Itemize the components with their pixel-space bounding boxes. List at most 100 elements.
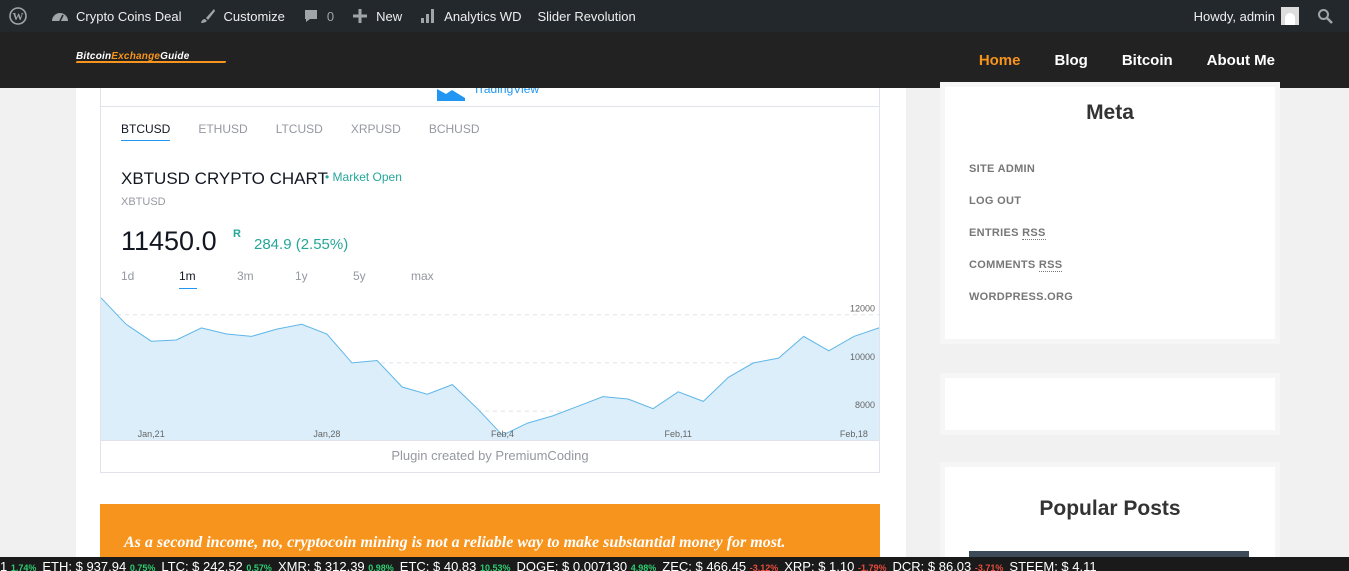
slider-revolution-link[interactable]: Slider Revolution [529, 0, 643, 32]
ticker-change: 0.57% [246, 563, 272, 571]
nav-bitcoin[interactable]: Bitcoin [1122, 52, 1173, 69]
ticker-item: XMR: $ 312.39 0.98% [278, 559, 394, 571]
meta-title: Meta [1086, 101, 1134, 124]
avatar [1281, 7, 1299, 25]
crypto-price-ticker: 1 1.74% ETH: $ 937.94 0.75% LTC: $ 242.52 … [0, 557, 1349, 571]
range-3m[interactable]: 3m [237, 269, 295, 293]
tab-btcusd[interactable]: BTCUSD [121, 122, 171, 141]
data-point [425, 392, 429, 396]
range-5y[interactable]: 5y [353, 269, 411, 293]
symbol-title: XBTUSD CRYPTO CHART [121, 169, 328, 188]
meta-link-wordpress-org[interactable]: WORDPRESS.ORG [969, 291, 1073, 323]
range-1m[interactable]: 1m [179, 269, 237, 293]
admin-bar: W Crypto Coins Deal Customize 0 New Anal… [0, 0, 1349, 32]
data-point [726, 375, 730, 379]
price-area-fill [101, 297, 879, 440]
data-point [199, 326, 203, 330]
meta-link-site-admin[interactable]: SITE ADMIN [969, 163, 1073, 195]
range-selector: 1d 1m 3m 1y 5y max [121, 269, 469, 293]
wordpress-logo-button[interactable]: W [0, 0, 42, 32]
empty-widget [940, 373, 1280, 435]
ticker-price: ETC: $ 40.83 [399, 559, 481, 571]
site-name-label: Crypto Coins Deal [76, 8, 182, 24]
analytics-link[interactable]: Analytics WD [410, 0, 529, 32]
nav-about-me[interactable]: About Me [1207, 52, 1275, 69]
meta-link-entries-rss[interactable]: ENTRIES RSS [969, 227, 1073, 259]
brush-icon [198, 6, 218, 26]
ticker-price: DOGE: $ 0.007130 [516, 559, 631, 571]
popular-posts-title: Popular Posts [1039, 497, 1181, 520]
ticker-item: XRP: $ 1.10 -1.79% [784, 559, 886, 571]
plugin-credit[interactable]: Plugin created by PremiumCoding [101, 448, 879, 463]
tab-ltcusd[interactable]: LTCUSD [276, 122, 323, 141]
x-tick-label: Feb,4 [491, 429, 514, 439]
meta-link-label: SITE ADMIN [969, 163, 1036, 175]
data-point [777, 356, 781, 360]
customize-link[interactable]: Customize [190, 0, 293, 32]
data-point [852, 334, 856, 338]
crypto-chart-widget: TradingView BTCUSD ETHUSD LTCUSD XRPUSD … [100, 88, 880, 473]
wordpress-icon: W [8, 6, 28, 26]
account-menu[interactable]: Howdy, admin [1186, 0, 1307, 32]
meta-link-label: LOG OUT [969, 195, 1022, 207]
meta-link-log-out[interactable]: LOG OUT [969, 195, 1073, 227]
tradingview-link[interactable]: TradingView [473, 88, 539, 96]
ticker-change: -3.71% [974, 563, 1004, 571]
popular-posts-widget: Popular Posts [940, 462, 1280, 571]
ticker-change: -1.79% [857, 563, 887, 571]
ticker-change: 0.98% [368, 563, 394, 571]
tab-ethusd[interactable]: ETHUSD [198, 122, 247, 141]
data-point [551, 414, 555, 418]
rss-abbr: RSS [1038, 259, 1063, 272]
data-point [827, 349, 831, 353]
bar-chart-icon [418, 6, 438, 26]
main-nav: Home Blog Bitcoin About Me [945, 32, 1275, 88]
ticker-change: -3.12% [749, 563, 779, 571]
ticker-price: LTC: $ 242.52 [161, 559, 247, 571]
ticker-item: DOGE: $ 0.007130 4.98% [517, 559, 657, 571]
comments-link[interactable]: 0 [293, 0, 342, 32]
market-status: • Market Open [325, 170, 402, 184]
meta-link-label: COMMENTS [969, 259, 1039, 271]
data-point [375, 358, 379, 362]
data-point [752, 361, 756, 365]
data-point [526, 421, 530, 425]
price-change: 284.9 (2.55%) [254, 236, 349, 253]
ticker-change: 10.53% [480, 563, 511, 571]
nav-home[interactable]: Home [979, 52, 1021, 69]
site-name-link[interactable]: Crypto Coins Deal [42, 0, 190, 32]
price-marker: R [233, 228, 241, 240]
last-price: 11450.0 [121, 226, 217, 256]
comment-icon [301, 6, 321, 26]
rss-abbr: RSS [1022, 227, 1046, 240]
nav-blog[interactable]: Blog [1055, 52, 1088, 69]
site-logo[interactable]: BitcoinExchangeGuide [75, 51, 227, 63]
ticker-price: STEEM: $ 4.11 [1009, 559, 1097, 571]
data-point [601, 395, 605, 399]
admin-search-button[interactable] [1307, 0, 1349, 32]
slider-label: Slider Revolution [537, 8, 636, 24]
tab-bchusd[interactable]: BCHUSD [429, 122, 480, 141]
range-max[interactable]: max [411, 269, 469, 293]
ticker-item: STEEM: $ 4.11 [1009, 559, 1096, 571]
search-icon [1315, 6, 1335, 26]
ticker-item: 1 1.74% [0, 559, 36, 571]
data-point [224, 332, 228, 336]
ticker-item: DCR: $ 86.03 -3.71% [893, 559, 1004, 571]
ticker-item: ETH: $ 937.94 0.75% [42, 559, 155, 571]
symbol-tabs: BTCUSD ETHUSD LTCUSD XRPUSD BCHUSD [121, 122, 508, 141]
customize-label: Customize [223, 8, 285, 24]
meta-link-comments-rss[interactable]: COMMENTS RSS [969, 259, 1073, 291]
tab-xrpusd[interactable]: XRPUSD [351, 122, 401, 141]
data-point [124, 322, 128, 326]
tradingview-strip: TradingView [101, 88, 879, 107]
ticker-item: ETC: $ 40.83 10.53% [400, 559, 511, 571]
y-tick-label: 12000 [850, 304, 875, 314]
range-1y[interactable]: 1y [295, 269, 353, 293]
new-content-link[interactable]: New [342, 0, 410, 32]
x-tick-label: Feb,11 [665, 429, 692, 439]
comments-count: 0 [326, 8, 335, 24]
widget-divider [101, 440, 879, 441]
range-1d[interactable]: 1d [121, 269, 179, 293]
price-area-chart[interactable]: Jan,21 Jan,28 Feb,4 Feb,11 Feb,18 8000 10000 1… [101, 293, 879, 440]
